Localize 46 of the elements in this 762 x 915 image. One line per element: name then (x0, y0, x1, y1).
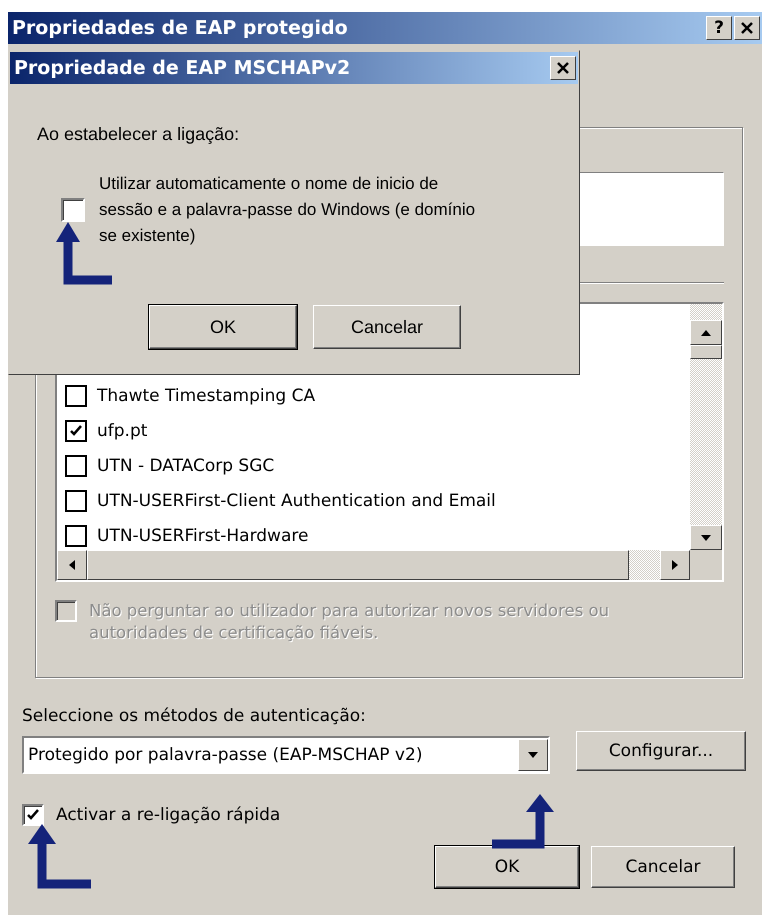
checkbox[interactable] (22, 804, 44, 826)
auth-method-dropdown[interactable]: Protegido por palavra-passe (EAP-MSCHAP v2) (22, 736, 550, 774)
checkbox[interactable] (65, 420, 87, 442)
certificate-name[interactable]: UTN-USERFirst-Hardware (97, 526, 308, 546)
down-arrow-icon (700, 534, 712, 542)
down-arrow-icon (527, 751, 539, 759)
configure-button[interactable]: Configurar... (576, 731, 746, 771)
check-icon (68, 422, 84, 438)
checkbox-label: Utilizar automaticamente o nome de inicio de sessão e a palavra-passe do Windows (e domínio se existente) (99, 173, 476, 247)
checkbox-label: Activar a re-ligação rápida (56, 805, 280, 825)
dropdown-button[interactable] (518, 739, 548, 771)
scroll-up-button[interactable] (690, 320, 722, 345)
scroll-left-button[interactable] (57, 550, 87, 580)
vertical-scrollbar[interactable] (690, 304, 722, 550)
close-icon (740, 21, 754, 35)
checkbox[interactable] (65, 490, 87, 512)
certificate-name[interactable]: ufp.pt (97, 420, 148, 440)
certificate-name[interactable]: Thawte Timestamping CA (97, 386, 316, 406)
checkbox[interactable] (65, 524, 87, 546)
horizontal-scrollbar[interactable] (57, 550, 722, 580)
scroll-thumb[interactable] (690, 345, 722, 359)
ok-button[interactable]: OK (435, 846, 579, 888)
help-button[interactable]: ? (706, 16, 732, 40)
close-button[interactable] (734, 16, 760, 40)
auth-method-label: Seleccione os métodos de autenticação: (22, 706, 367, 726)
close-button[interactable] (550, 56, 576, 80)
certificate-name[interactable]: UTN - DATACorp SGC (97, 456, 274, 476)
scroll-down-button[interactable] (690, 525, 722, 550)
checkbox[interactable] (65, 384, 87, 406)
cancel-button[interactable]: Cancelar (591, 846, 735, 888)
window-title: Propriedade de EAP MSCHAPv2 (14, 57, 350, 79)
up-arrow-icon (700, 328, 712, 336)
window-title: Propriedades de EAP protegido (12, 17, 348, 39)
checkbox[interactable] (61, 198, 85, 222)
checkbox-label: Não perguntar ao utilizador para autorizar novos servidores ou autoridades de certificação fiáveis. (89, 600, 610, 644)
scrollbar-corner (690, 550, 722, 580)
scroll-thumb[interactable] (87, 550, 629, 580)
certificate-name[interactable]: UTN-USERFirst-Client Authentication and Email (97, 490, 496, 510)
scroll-right-button[interactable] (660, 550, 690, 580)
prompt-text: Ao estabelecer a ligação: (37, 124, 240, 145)
checkbox[interactable] (65, 454, 87, 476)
close-icon (556, 61, 570, 75)
left-arrow-icon (68, 559, 76, 571)
cancel-button[interactable]: Cancelar (313, 305, 461, 349)
ok-button[interactable]: OK (149, 305, 297, 349)
right-arrow-icon (671, 559, 679, 571)
